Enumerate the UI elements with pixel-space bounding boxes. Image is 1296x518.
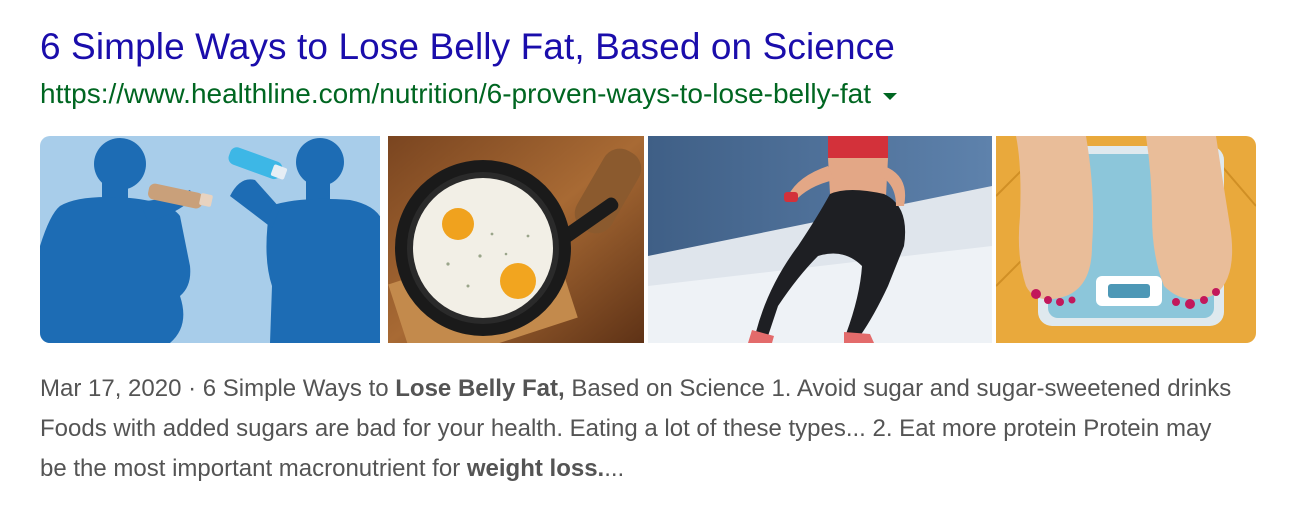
eggs-in-skillet-image[interactable] [388,136,644,343]
woman-running-image[interactable] [648,136,992,343]
result-url-row: https://www.healthline.com/nutrition/6-p… [40,74,1256,114]
silhouettes-drinking-image[interactable] [40,136,384,343]
snippet-text-1: 6 Simple Ways to [202,375,396,402]
search-result: 6 Simple Ways to Lose Belly Fat, Based o… [40,22,1256,489]
result-url-link[interactable]: https://www.healthline.com/nutrition/6-p… [40,74,871,114]
image-strip [40,136,1256,343]
dropdown-caret-icon[interactable] [883,92,898,100]
snippet-bold-1: Lose Belly Fat, [395,375,565,402]
snippet-separator: · [181,375,203,402]
result-snippet: Mar 17, 2020 · 6 Simple Ways to Lose Bel… [40,369,1240,489]
snippet-date: Mar 17, 2020 [40,375,182,402]
feet-on-scale-image[interactable] [996,136,1256,343]
snippet-ellipsis: ... [604,455,625,482]
snippet-bold-2: weight loss. [466,455,605,482]
result-title-link[interactable]: 6 Simple Ways to Lose Belly Fat, Based o… [40,22,1256,72]
